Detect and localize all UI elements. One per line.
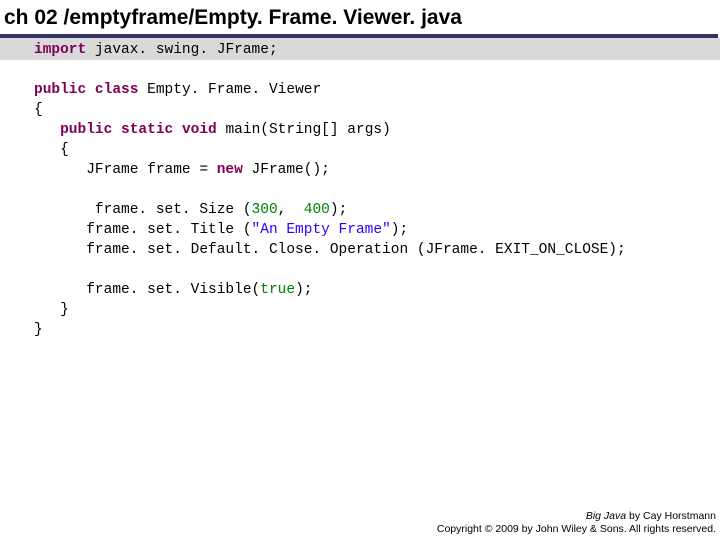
page-title: ch 02 /emptyframe/Empty. Frame. Viewer. … — [4, 6, 462, 29]
kw-void: void — [182, 122, 217, 138]
kw-public: public — [34, 82, 86, 98]
code-text: { — [34, 102, 43, 118]
num-literal: 300 — [252, 202, 278, 218]
code-text: { — [34, 142, 69, 158]
footer-line1: Big Java by Cay Horstmann — [437, 510, 716, 523]
kw-public: public — [60, 122, 112, 138]
code-text: main(String[] args) — [217, 122, 391, 138]
code-block: import javax. swing. JFrame; public clas… — [0, 38, 720, 340]
code-text: Empty. Frame. Viewer — [138, 82, 321, 98]
code-text: frame. set. Visible( — [34, 282, 260, 298]
kw-class: class — [95, 82, 139, 98]
code-text: frame. set. Size ( — [34, 202, 252, 218]
num-literal: 400 — [304, 202, 330, 218]
code-text: } — [34, 302, 69, 318]
footer-line2: Copyright © 2009 by John Wiley & Sons. A… — [437, 523, 716, 536]
code-text: javax. swing. JFrame; — [86, 42, 277, 58]
code-text: JFrame frame = — [34, 162, 217, 178]
code-text: ); — [391, 222, 408, 238]
code-text: } — [34, 322, 43, 338]
code-text: frame. set. Default. Close. Operation (J… — [34, 242, 626, 258]
code-text — [34, 122, 60, 138]
code-text: , — [278, 202, 304, 218]
code-text: ); — [295, 282, 312, 298]
footer: Big Java by Cay Horstmann Copyright © 20… — [437, 510, 716, 536]
title-bar: ch 02 /emptyframe/Empty. Frame. Viewer. … — [0, 0, 718, 38]
code-text: ); — [330, 202, 347, 218]
author-text: by Cay Horstmann — [626, 510, 716, 522]
code-text: JFrame(); — [243, 162, 330, 178]
code-text: frame. set. Title ( — [34, 222, 252, 238]
kw-import: import — [34, 42, 86, 58]
str-literal: "An Empty Frame" — [252, 222, 391, 238]
bool-literal: true — [260, 282, 295, 298]
kw-static: static — [121, 122, 173, 138]
kw-new: new — [217, 162, 243, 178]
book-title: Big Java — [586, 510, 626, 522]
